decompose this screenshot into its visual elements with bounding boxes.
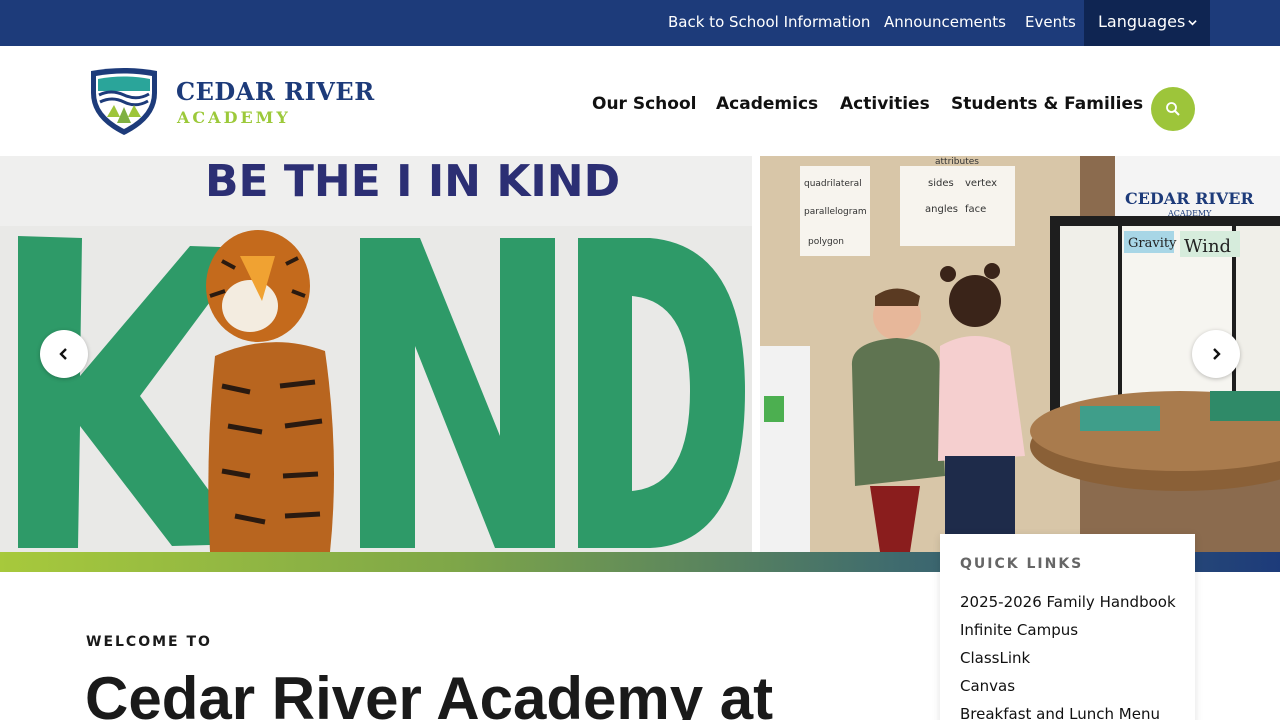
- events-link[interactable]: Events: [1025, 0, 1076, 46]
- quick-link-classlink[interactable]: ClassLink: [960, 644, 1175, 672]
- wall-chart-face: face: [965, 204, 986, 215]
- chevron-down-icon: [1188, 20, 1197, 26]
- wall-chart-polygon: polygon: [808, 237, 844, 247]
- back-to-school-link[interactable]: Back to School Information: [668, 0, 870, 46]
- hero-slide-kind: BE THE I IN KIND: [0, 156, 752, 552]
- poster-word-gravity: Gravity: [1128, 236, 1177, 251]
- utility-bar: Back to School Information Announcements…: [0, 0, 1280, 46]
- welcome-title: Cedar River Academy at: [85, 665, 774, 720]
- wall-chart-sides: sides: [928, 178, 954, 189]
- nav-our-school[interactable]: Our School: [592, 94, 696, 114]
- chevron-left-icon: [59, 348, 67, 360]
- search-button[interactable]: [1151, 87, 1195, 131]
- nav-students-families[interactable]: Students & Families: [951, 94, 1143, 114]
- wall-chart-vertex: vertex: [965, 178, 997, 189]
- languages-dropdown[interactable]: Languages: [1084, 0, 1210, 46]
- wall-chart-angles: angles: [925, 204, 958, 215]
- poster-word-wind: Wind: [1184, 236, 1231, 257]
- carousel-next-button[interactable]: [1192, 330, 1240, 378]
- school-logo-icon[interactable]: [87, 67, 161, 137]
- quick-link-lunch-menu[interactable]: Breakfast and Lunch Menu: [960, 700, 1175, 720]
- banner-text: BE THE I IN KIND: [205, 156, 620, 207]
- wall-chart-quadrilateral: quadrilateral: [804, 179, 862, 189]
- carousel-prev-button[interactable]: [40, 330, 88, 378]
- brand-name[interactable]: CEDAR RIVER: [176, 77, 375, 106]
- quick-link-infinite-campus[interactable]: Infinite Campus: [960, 616, 1175, 644]
- chevron-right-icon: [1213, 348, 1221, 360]
- quick-link-handbook[interactable]: 2025-2026 Family Handbook: [960, 588, 1176, 616]
- brand-subtitle: ACADEMY: [177, 108, 291, 127]
- wall-chart-attributes: attributes: [935, 157, 979, 167]
- kind-wall-photo: BE THE I IN KIND: [0, 156, 752, 552]
- wall-chart-parallelogram: parallelogram: [804, 207, 867, 217]
- nav-academics[interactable]: Academics: [716, 94, 818, 114]
- hero-divider: [752, 156, 760, 552]
- welcome-eyebrow: WELCOME TO: [86, 634, 212, 650]
- site-header: CEDAR RIVER ACADEMY Our School Academics…: [0, 46, 1280, 156]
- quick-links-title: QUICK LINKS: [960, 556, 1084, 572]
- announcements-link[interactable]: Announcements: [884, 0, 1006, 46]
- quick-links-panel: QUICK LINKS 2025-2026 Family Handbook In…: [940, 534, 1195, 720]
- poster-brand: CEDAR RIVER: [1125, 189, 1254, 208]
- nav-activities[interactable]: Activities: [840, 94, 930, 114]
- quick-link-canvas[interactable]: Canvas: [960, 672, 1175, 700]
- languages-label: Languages: [1098, 12, 1186, 31]
- search-icon: [1166, 102, 1180, 116]
